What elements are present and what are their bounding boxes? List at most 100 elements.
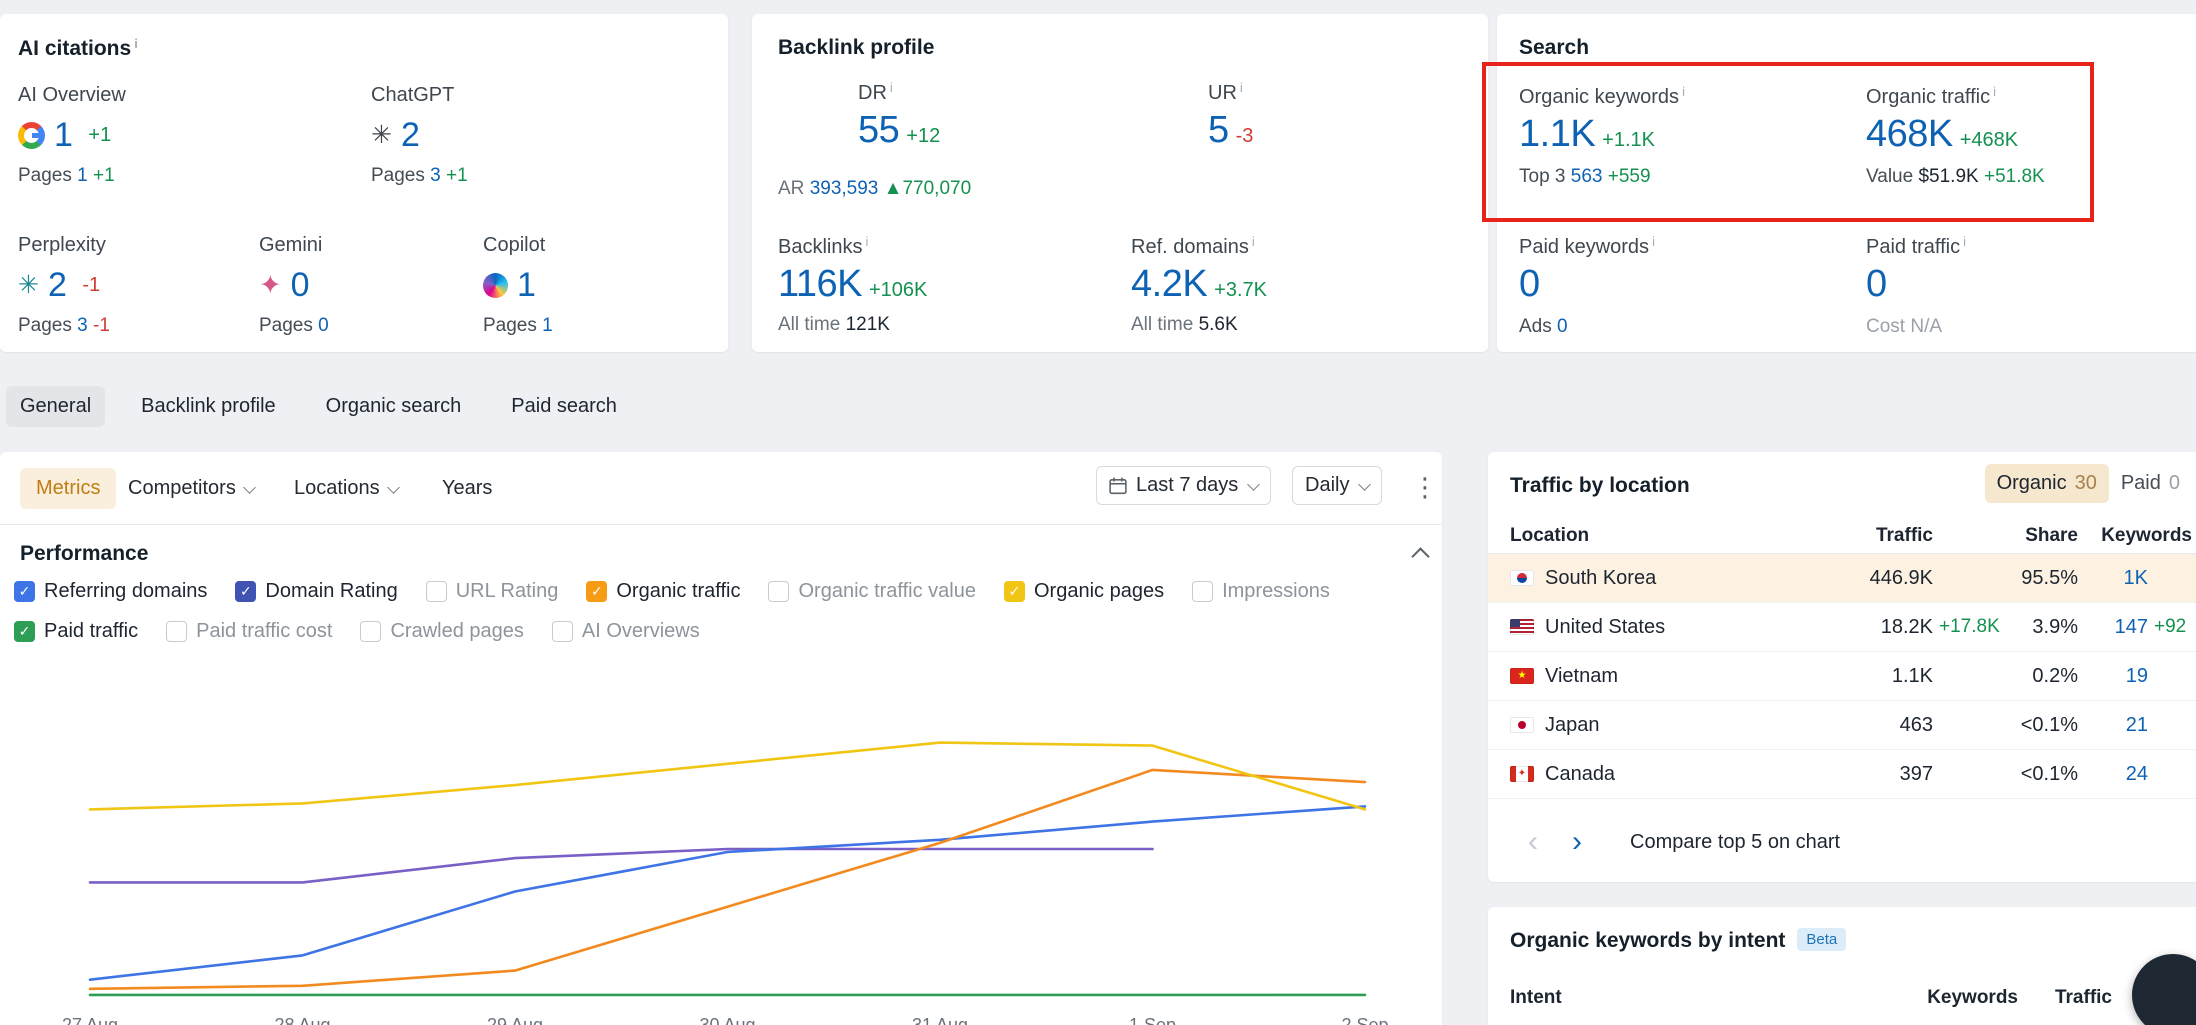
ref-domains-value[interactable]: 4.2K [1131, 263, 1207, 305]
years-button[interactable]: Years [438, 468, 496, 509]
checkbox-organic-pages[interactable]: ✓Organic pages [1004, 580, 1164, 603]
ai-citation-perplexity: Perplexity ✳ 2 -1 Pages 3 -1 [18, 234, 110, 337]
checkbox-impressions[interactable]: Impressions [1192, 580, 1330, 603]
ai-citation-chatgpt: ChatGPT ✳ 2 Pages 3 +1 [371, 84, 468, 187]
tab-general[interactable]: General [6, 386, 105, 427]
pages-link[interactable]: 3 [430, 165, 441, 186]
ur-value: 5 [1208, 109, 1229, 151]
competitors-dropdown[interactable]: Competitors [124, 468, 258, 509]
tab-organic-search[interactable]: Organic search [312, 386, 476, 427]
compare-top5-link[interactable]: Compare top 5 on chart [1630, 831, 1840, 854]
pages-link[interactable]: 1 [542, 315, 553, 336]
backlinks-value[interactable]: 116K [778, 263, 862, 305]
tab-backlink-profile[interactable]: Backlink profile [127, 386, 290, 427]
checkbox-paid-traffic[interactable]: ✓Paid traffic [14, 620, 138, 643]
collapse-chevron-up-icon[interactable] [1411, 547, 1429, 565]
info-icon[interactable]: i [1240, 80, 1243, 95]
metric-value[interactable]: 2 [48, 266, 66, 305]
table-row-japan[interactable]: Japan 463 <0.1% 21 [1488, 701, 2196, 750]
metric-value[interactable]: 0 [291, 266, 309, 305]
checkbox-icon [166, 621, 187, 642]
checkbox-ai-overviews[interactable]: AI Overviews [552, 620, 700, 643]
info-icon[interactable]: i [1682, 84, 1685, 99]
location-pagination: ‹ › Compare top 5 on chart [1528, 817, 1840, 867]
ar-value[interactable]: 393,593 [810, 178, 879, 199]
next-page-arrow-icon[interactable]: › [1572, 825, 1582, 859]
metric-value[interactable]: 2 [401, 116, 419, 155]
chevron-down-icon [1247, 478, 1260, 491]
info-icon[interactable]: i [1963, 234, 1966, 249]
chart-line-organic-pages [90, 743, 1365, 810]
keywords-link[interactable]: 147 [2115, 616, 2148, 638]
ai-citations-card: AI citationsi AI Overview 1 +1 Pages 1 +… [0, 14, 728, 352]
perplexity-icon: ✳ [18, 273, 39, 298]
x-axis-label: 1 Sep [1129, 1015, 1176, 1025]
toggle-organic[interactable]: Organic30 [1985, 464, 2109, 503]
checkbox-icon: ✓ [1004, 581, 1025, 602]
flag-south-korea-icon [1510, 570, 1534, 586]
info-icon[interactable]: i [1252, 234, 1255, 249]
organic-traffic-value[interactable]: 468K [1866, 113, 1953, 155]
metric-delta: +1 [88, 124, 111, 147]
keywords-link[interactable]: 19 [2126, 665, 2148, 687]
dr-value: 55 [858, 109, 899, 151]
ur-metric: URi 5-3 [1208, 80, 1253, 152]
metric-value[interactable]: 1 [54, 116, 72, 155]
info-icon[interactable]: i [890, 80, 893, 95]
prev-page-arrow-icon[interactable]: ‹ [1528, 825, 1538, 859]
checkbox-icon: ✓ [235, 581, 256, 602]
pages-link[interactable]: 3 [77, 315, 88, 336]
tab-paid-search[interactable]: Paid search [497, 386, 631, 427]
traffic-by-location-title: Traffic by location [1510, 474, 1690, 498]
checkbox-crawled-pages[interactable]: Crawled pages [360, 620, 523, 643]
keywords-link[interactable]: 1K [2124, 567, 2148, 589]
pages-link[interactable]: 1 [77, 165, 88, 186]
chart-line-domain-rating [90, 849, 1153, 882]
checkbox-referring-domains[interactable]: ✓Referring domains [14, 580, 207, 603]
checkbox-icon: ✓ [586, 581, 607, 602]
metrics-button[interactable]: Metrics [20, 468, 116, 509]
ai-citation-copilot: Copilot 1 Pages 1 [483, 234, 553, 337]
keywords-link[interactable]: 21 [2126, 714, 2148, 736]
table-row-south-korea[interactable]: South Korea 446.9K 95.5% 1K [1488, 554, 2196, 603]
keywords-by-intent-title: Organic keywords by intentBeta [1510, 929, 1846, 953]
checkbox-organic-traffic[interactable]: ✓Organic traffic [586, 580, 740, 603]
date-range-dropdown[interactable]: Last 7 days [1096, 466, 1271, 505]
checkbox-paid-traffic-cost[interactable]: Paid traffic cost [166, 620, 332, 643]
pages-link[interactable]: 0 [318, 315, 329, 336]
locations-dropdown[interactable]: Locations [290, 468, 402, 509]
checkbox-icon [360, 621, 381, 642]
metric-label: ChatGPT [371, 84, 468, 107]
copilot-icon [483, 273, 508, 298]
table-row-united-states[interactable]: United States 18.2K+17.8K 3.9% 147+92 [1488, 603, 2196, 652]
organic-keywords-value[interactable]: 1.1K [1519, 113, 1595, 155]
chevron-down-icon [387, 481, 400, 494]
toggle-paid[interactable]: Paid0 [2109, 464, 2192, 503]
metric-checkboxes: ✓Referring domains ✓Domain Rating URL Ra… [14, 580, 1428, 643]
chatgpt-icon: ✳ [371, 123, 392, 148]
granularity-dropdown[interactable]: Daily [1292, 466, 1382, 505]
metric-value[interactable]: 1 [517, 266, 535, 305]
checkbox-domain-rating[interactable]: ✓Domain Rating [235, 580, 397, 603]
metric-delta: -1 [82, 274, 100, 297]
paid-keywords-metric: Paid keywordsi 0 Ads 0 [1519, 234, 1655, 338]
info-icon[interactable]: i [865, 234, 868, 249]
table-row-vietnam[interactable]: Vietnam 1.1K 0.2% 19 [1488, 652, 2196, 701]
info-icon[interactable]: i [1993, 84, 1996, 99]
info-icon[interactable]: i [1652, 234, 1655, 249]
more-options-kebab[interactable]: ⋮ [1412, 474, 1438, 500]
checkbox-organic-traffic-value[interactable]: Organic traffic value [768, 580, 976, 603]
organic-paid-toggle: Organic30 Paid0 [1985, 464, 2192, 503]
checkbox-url-rating[interactable]: URL Rating [426, 580, 559, 603]
paid-traffic-value[interactable]: 0 [1866, 263, 1887, 305]
table-row-canada[interactable]: Canada 397 <0.1% 24 [1488, 750, 2196, 799]
intent-table-header: Intent Keywords Traffic [1488, 987, 2196, 1023]
keywords-link[interactable]: 24 [2126, 763, 2148, 785]
ai-citation-ai-overview: AI Overview 1 +1 Pages 1 +1 [18, 84, 126, 187]
paid-keywords-value[interactable]: 0 [1519, 263, 1540, 305]
info-icon[interactable]: i [134, 36, 138, 51]
top3-link[interactable]: 563 [1571, 166, 1603, 187]
organic-traffic-metric: Organic traffici 468K+468K Value $51.9K … [1866, 84, 2045, 188]
location-table-body: South Korea 446.9K 95.5% 1K United State… [1488, 554, 2196, 799]
ai-citations-title: AI citationsi [18, 36, 138, 61]
